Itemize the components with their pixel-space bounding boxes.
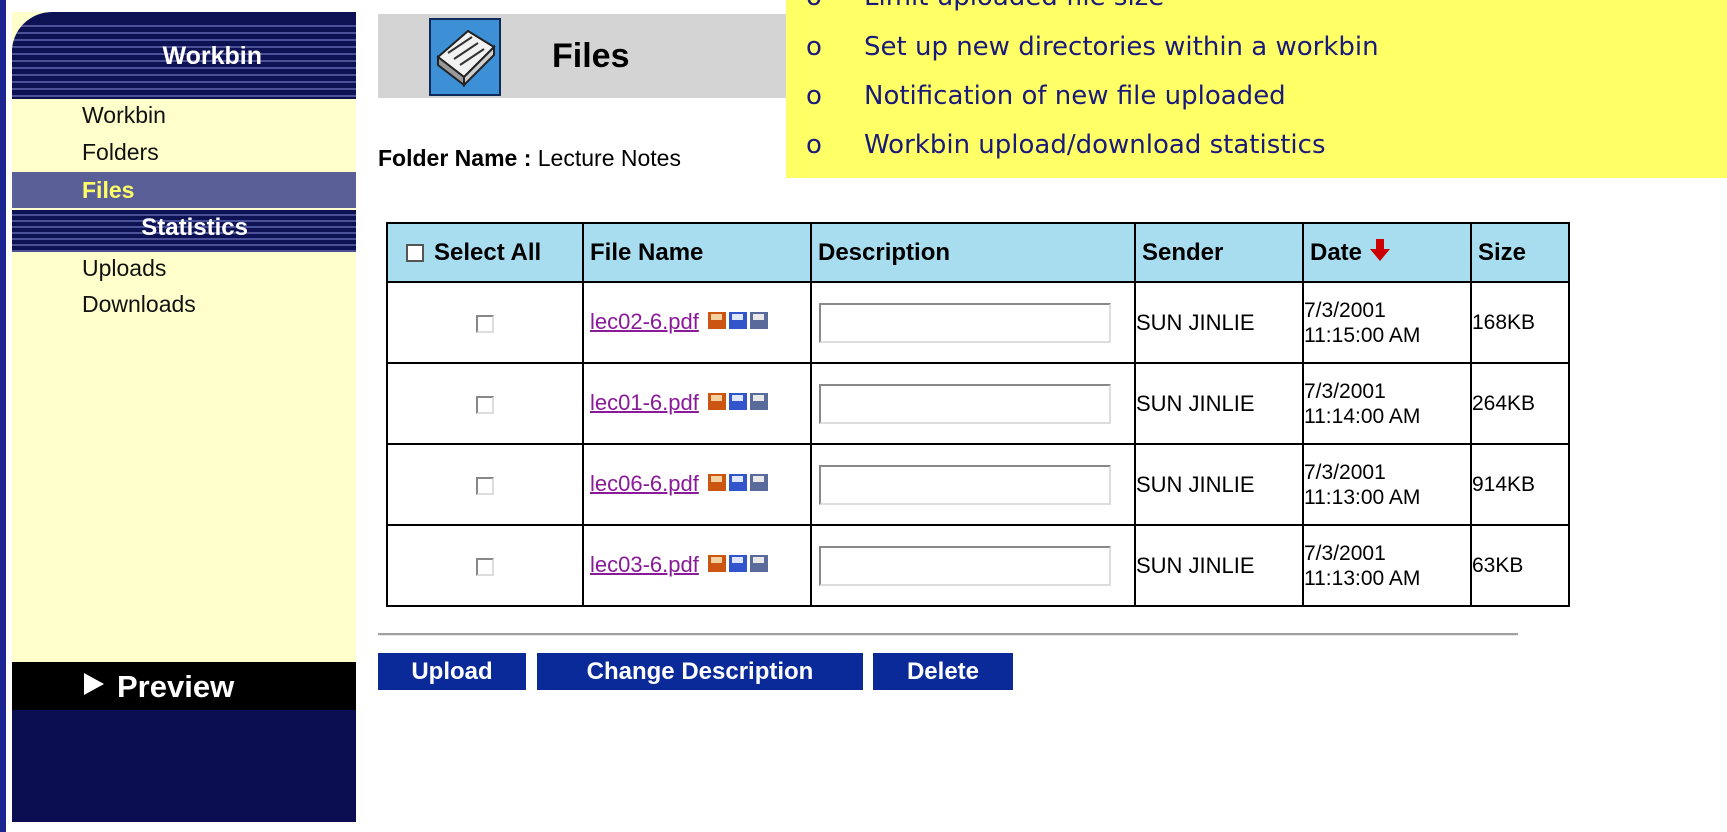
- file-name-cell: lec06-6.pdf: [582, 443, 812, 526]
- description-cell: [810, 443, 1136, 526]
- date-value: 7/3/2001: [1304, 460, 1386, 484]
- play-triangle-icon: [82, 670, 106, 706]
- sender-cell: SUN JINLIE: [1134, 362, 1304, 445]
- sender-header[interactable]: Sender: [1134, 222, 1304, 283]
- description-cell: [810, 281, 1136, 364]
- description-header[interactable]: Description: [810, 222, 1136, 283]
- divider: [378, 633, 1518, 636]
- sort-descending-arrow-icon[interactable]: [1369, 239, 1391, 266]
- description-input[interactable]: [819, 464, 1111, 505]
- time-value: 11:15:00 AM: [1304, 323, 1421, 347]
- note-text: Set up new directories within a workbin: [864, 32, 1379, 62]
- table-header-row: Select All File Name Description Sender …: [386, 222, 1570, 283]
- size-cell: 63KB: [1470, 524, 1570, 607]
- size-cell: 168KB: [1470, 281, 1570, 364]
- table-row: lec01-6.pdf SUN JINLIE 7/3/2001 11:14:00 …: [386, 362, 1570, 445]
- description-input[interactable]: [819, 545, 1111, 586]
- date-header[interactable]: Date: [1302, 222, 1472, 283]
- select-all-header[interactable]: Select All: [386, 222, 584, 283]
- date-cell: 7/3/2001 11:13:00 AM: [1302, 524, 1472, 607]
- time-value: 11:13:00 AM: [1304, 485, 1421, 509]
- file-name-cell: lec03-6.pdf: [582, 524, 812, 607]
- sidebar-title: Workbin: [162, 42, 262, 70]
- note-text: Workbin upload/download statistics: [864, 130, 1326, 160]
- change-description-button[interactable]: Change Description: [537, 653, 863, 690]
- date-cell: 7/3/2001 11:14:00 AM: [1302, 362, 1472, 445]
- file-link[interactable]: lec03-6.pdf: [590, 551, 699, 576]
- upload-button[interactable]: Upload: [378, 653, 526, 690]
- file-name-cell: lec01-6.pdf: [582, 362, 812, 445]
- files-table: Select All File Name Description Sender …: [386, 222, 1570, 607]
- description-input[interactable]: [819, 302, 1111, 343]
- select-all-label: Select All: [434, 238, 542, 266]
- time-value: 11:13:00 AM: [1304, 566, 1421, 590]
- date-value: 7/3/2001: [1304, 541, 1386, 565]
- folder-name-value: Lecture Notes: [537, 145, 681, 171]
- date-cell: 7/3/2001 11:15:00 AM: [1302, 281, 1472, 364]
- sidebar-item-uploads[interactable]: Uploads: [82, 255, 166, 282]
- sender-cell: SUN JINLIE: [1134, 443, 1304, 526]
- file-link[interactable]: lec01-6.pdf: [590, 389, 699, 414]
- window-frame-edge: [0, 0, 6, 832]
- page-title: Files: [552, 37, 630, 75]
- files-tray-icon: [428, 17, 502, 97]
- row-select-cell: [386, 281, 584, 364]
- description-cell: [810, 524, 1136, 607]
- note-bullet: o: [806, 130, 822, 160]
- sidebar-item-workbin[interactable]: Workbin: [82, 102, 166, 129]
- floppy-disk-icon[interactable]: [707, 551, 769, 581]
- date-value: 7/3/2001: [1304, 298, 1386, 322]
- feature-note: o Limit uploaded file size o Set up new …: [786, 0, 1727, 178]
- note-text: Notification of new file uploaded: [864, 81, 1286, 111]
- table-row: lec06-6.pdf SUN JINLIE 7/3/2001 11:13:00 …: [386, 443, 1570, 526]
- preview-label: Preview: [117, 669, 235, 704]
- row-checkbox[interactable]: [476, 395, 494, 414]
- sidebar-header: Workbin: [12, 12, 356, 99]
- sidebar-item-folders[interactable]: Folders: [82, 139, 159, 166]
- date-header-label: Date: [1310, 239, 1363, 266]
- folder-name-label: Folder Name :: [378, 145, 532, 171]
- file-name-header[interactable]: File Name: [582, 222, 812, 283]
- row-checkbox[interactable]: [476, 314, 494, 333]
- note-text: Limit uploaded file size: [864, 0, 1164, 12]
- size-header[interactable]: Size: [1470, 222, 1570, 283]
- size-cell: 914KB: [1470, 443, 1570, 526]
- file-link[interactable]: lec06-6.pdf: [590, 470, 699, 495]
- row-checkbox[interactable]: [476, 557, 494, 576]
- preview-button[interactable]: Preview: [12, 662, 356, 710]
- select-all-checkbox[interactable]: [406, 244, 424, 263]
- sidebar: Workbin Workbin Folders Files Statistics…: [12, 12, 356, 822]
- sidebar-section-statistics: Statistics: [12, 210, 356, 252]
- date-value: 7/3/2001: [1304, 379, 1386, 403]
- note-bullet: o: [806, 81, 822, 111]
- time-value: 11:14:00 AM: [1304, 404, 1421, 428]
- sender-cell: SUN JINLIE: [1134, 524, 1304, 607]
- table-row: lec02-6.pdf SUN JINLIE 7/3/2001 11:15:00 …: [386, 281, 1570, 364]
- delete-button[interactable]: Delete: [873, 653, 1013, 690]
- description-cell: [810, 362, 1136, 445]
- note-bullet: o: [806, 0, 822, 12]
- floppy-disk-icon[interactable]: [707, 308, 769, 338]
- row-select-cell: [386, 524, 584, 607]
- size-cell: 264KB: [1470, 362, 1570, 445]
- row-select-cell: [386, 362, 584, 445]
- row-checkbox[interactable]: [476, 476, 494, 495]
- sidebar-section-label: Statistics: [141, 214, 248, 241]
- folder-name-line: Folder Name : Lecture Notes: [378, 145, 681, 172]
- description-input[interactable]: [819, 383, 1111, 424]
- file-name-cell: lec02-6.pdf: [582, 281, 812, 364]
- date-cell: 7/3/2001 11:13:00 AM: [1302, 443, 1472, 526]
- sidebar-item-downloads[interactable]: Downloads: [82, 291, 196, 318]
- file-link[interactable]: lec02-6.pdf: [590, 308, 699, 333]
- note-bullet: o: [806, 32, 822, 62]
- row-select-cell: [386, 443, 584, 526]
- sidebar-item-files[interactable]: Files: [12, 172, 356, 208]
- floppy-disk-icon[interactable]: [707, 389, 769, 419]
- table-row: lec03-6.pdf SUN JINLIE 7/3/2001 11:13:00 …: [386, 524, 1570, 607]
- sender-cell: SUN JINLIE: [1134, 281, 1304, 364]
- sidebar-footer: [12, 710, 356, 822]
- floppy-disk-icon[interactable]: [707, 470, 769, 500]
